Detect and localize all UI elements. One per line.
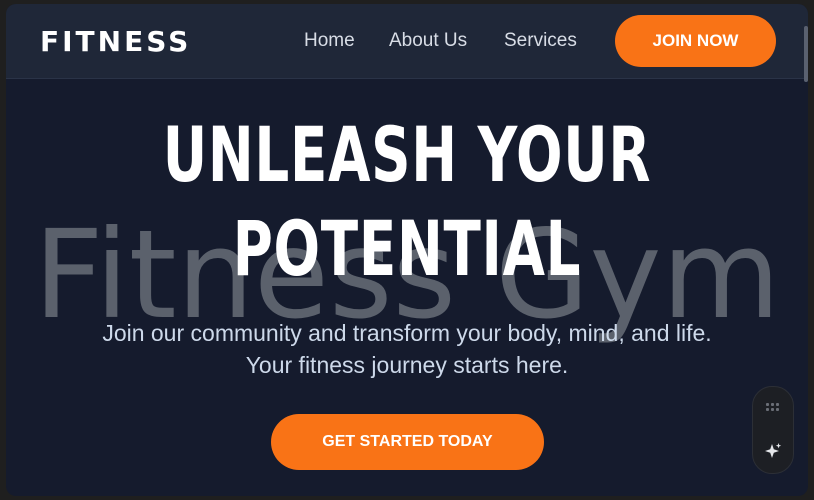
hero-tagline-line-1: Join our community and transform your bo… xyxy=(102,320,712,346)
hero-tagline: Join our community and transform your bo… xyxy=(6,317,808,381)
site-logo[interactable]: FITNESS xyxy=(40,22,191,62)
grid-icon[interactable] xyxy=(766,403,780,413)
sparkle-icon[interactable] xyxy=(763,441,783,461)
hero-headline-line-1: UNLEASH YOUR xyxy=(162,110,652,199)
hero-tagline-line-2: Your fitness journey starts here. xyxy=(245,352,569,378)
navbar: FITNESS Home About Us Services JOIN NOW xyxy=(6,4,808,79)
browser-viewport: FITNESS Home About Us Services JOIN NOW … xyxy=(6,4,808,496)
get-started-button[interactable]: GET STARTED TODAY xyxy=(271,414,544,470)
floating-assistant-widget xyxy=(752,386,794,474)
hero-headline: UNLEASH YOUR POTENTIAL xyxy=(118,108,695,296)
nav-link-services[interactable]: Services xyxy=(504,28,577,54)
join-now-button[interactable]: JOIN NOW xyxy=(615,15,776,67)
scrollbar-thumb[interactable] xyxy=(804,26,808,82)
nav-link-home[interactable]: Home xyxy=(304,28,355,54)
hero-headline-line-2: POTENTIAL xyxy=(232,204,582,293)
nav-link-about-us[interactable]: About Us xyxy=(389,28,467,54)
